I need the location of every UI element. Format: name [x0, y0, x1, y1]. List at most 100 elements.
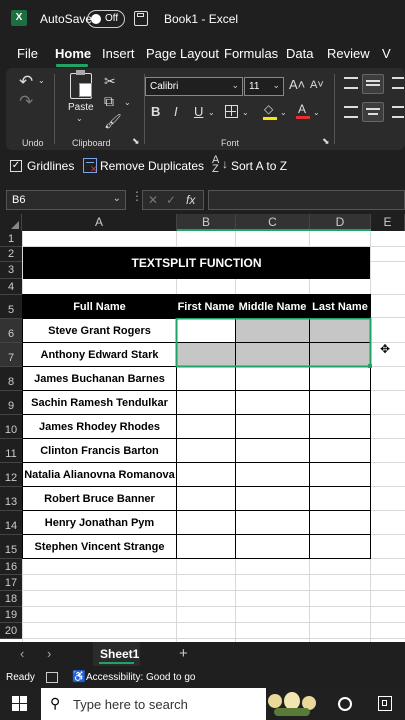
dialog-launcher-icon[interactable]: ⬊ — [322, 136, 330, 147]
cut-icon[interactable]: ✂ — [104, 73, 116, 90]
align-right-icon[interactable] — [392, 106, 404, 118]
row-header[interactable]: 4 — [0, 279, 22, 295]
row-header[interactable]: 20 — [0, 623, 22, 639]
macro-record-icon[interactable] — [46, 672, 58, 683]
bold-button[interactable]: B — [151, 104, 160, 119]
task-view-icon[interactable] — [378, 696, 392, 711]
gridlines-label[interactable]: Gridlines — [27, 159, 74, 173]
header-first-name[interactable]: First Name — [177, 301, 235, 313]
redo-icon[interactable]: ↷ — [19, 92, 33, 112]
insert-function-icon[interactable]: fx — [186, 193, 195, 207]
row-header[interactable]: 11 — [0, 439, 22, 463]
gridlines-checkbox[interactable]: ✓ — [10, 160, 22, 172]
full-name-cell[interactable]: Henry Jonathan Pym — [23, 517, 176, 529]
header-middle-name[interactable]: Middle Name — [236, 301, 309, 313]
sheet-tab-sheet1[interactable]: Sheet1 — [93, 642, 140, 666]
dropdown-chevron-icon[interactable]: ⌄ — [124, 98, 131, 107]
copy-icon[interactable]: ⧉ — [104, 93, 114, 110]
windows-start-icon[interactable] — [12, 696, 28, 712]
column-header[interactable]: A — [22, 214, 177, 231]
align-top-icon[interactable] — [344, 77, 358, 89]
next-sheet-icon[interactable]: › — [47, 646, 51, 661]
header-full-name[interactable]: Full Name — [23, 301, 176, 313]
tab-file[interactable]: File — [17, 46, 38, 61]
row-header[interactable]: 5 — [0, 295, 22, 319]
row-header[interactable]: 6 — [0, 319, 22, 343]
italic-button[interactable]: I — [174, 104, 178, 119]
dropdown-chevron-icon[interactable]: ⌄ — [76, 114, 83, 123]
full-name-cell[interactable]: James Buchanan Barnes — [23, 373, 176, 385]
prev-sheet-icon[interactable]: ‹ — [20, 646, 24, 661]
column-header[interactable]: E — [371, 214, 405, 231]
row-header[interactable]: 17 — [0, 575, 22, 591]
row-header[interactable]: 8 — [0, 367, 22, 391]
fill-color-icon[interactable]: ◇ — [263, 102, 277, 120]
full-name-cell[interactable]: James Rhodey Rhodes — [23, 421, 176, 433]
row-header[interactable]: 2 — [0, 247, 22, 262]
align-center-icon[interactable] — [362, 102, 384, 122]
accessibility-icon[interactable]: ♿ — [72, 670, 86, 683]
full-name-cell[interactable]: Anthony Edward Stark — [23, 349, 176, 361]
header-last-name[interactable]: Last Name — [310, 301, 370, 313]
title-banner[interactable]: TEXTSPLIT FUNCTION — [23, 247, 370, 279]
tab-page-layout[interactable]: Page Layout — [146, 46, 219, 61]
remove-duplicates-label[interactable]: Remove Duplicates — [100, 159, 204, 173]
decrease-font-icon[interactable]: A˅ — [310, 79, 324, 91]
formula-input[interactable] — [208, 190, 405, 210]
cancel-icon[interactable]: ✕ — [148, 193, 158, 207]
select-all-corner[interactable] — [0, 214, 22, 231]
paste-icon[interactable] — [70, 70, 92, 99]
remove-duplicates-icon[interactable]: ✕ — [83, 158, 98, 174]
font-size-select[interactable]: 11 ⌄ — [244, 77, 284, 96]
full-name-cell[interactable]: Clinton Francis Barton — [23, 445, 176, 457]
align-left-icon[interactable] — [344, 106, 358, 118]
taskbar-search-box[interactable]: ⚲ Type here to search — [41, 688, 266, 720]
dropdown-chevron-icon[interactable]: ⌄ — [242, 108, 249, 117]
dropdown-chevron-icon[interactable]: ⌄ — [208, 108, 215, 117]
save-icon[interactable] — [134, 11, 148, 26]
tab-review[interactable]: Review — [327, 46, 370, 61]
search-highlight-icon[interactable] — [262, 690, 322, 718]
autosave-toggle[interactable]: Off — [87, 10, 125, 28]
dropdown-chevron-icon[interactable]: ⌄ — [38, 76, 45, 85]
enter-icon[interactable]: ✓ — [166, 193, 176, 207]
dropdown-chevron-icon[interactable]: ⌄ — [313, 108, 320, 117]
row-header[interactable]: 12 — [0, 463, 22, 487]
row-header[interactable]: 15 — [0, 535, 22, 559]
accessibility-status[interactable]: Accessibility: Good to go — [86, 672, 196, 683]
worksheet-grid[interactable]: A B C D E 1 2 3 4 5 6 7 8 9 10 11 12 13 … — [0, 214, 405, 642]
row-header[interactable]: 16 — [0, 559, 22, 575]
cortana-icon[interactable] — [338, 697, 352, 711]
full-name-cell[interactable]: Robert Bruce Banner — [23, 493, 176, 505]
sort-label[interactable]: Sort A to Z — [231, 159, 287, 173]
full-name-cell[interactable]: Sachin Ramesh Tendulkar — [23, 397, 176, 409]
tab-formulas[interactable]: Formulas — [224, 46, 278, 61]
increase-font-icon[interactable]: A˄ — [289, 77, 305, 92]
add-sheet-button[interactable]: + — [179, 645, 188, 662]
full-name-cell[interactable]: Steve Grant Rogers — [23, 325, 176, 337]
tab-data[interactable]: Data — [286, 46, 313, 61]
align-middle-icon[interactable] — [362, 74, 384, 94]
tab-view[interactable]: V — [382, 46, 391, 61]
row-header[interactable]: 7 — [0, 343, 22, 367]
dialog-launcher-icon[interactable]: ⬊ — [132, 136, 140, 147]
full-name-cell[interactable]: Natalia Alianovna Romanova — [23, 469, 176, 481]
row-header[interactable]: 1 — [0, 231, 22, 247]
paste-label[interactable]: Paste — [68, 102, 94, 113]
row-header[interactable]: 13 — [0, 487, 22, 511]
sort-az-icon[interactable]: AZ — [212, 155, 219, 175]
tab-insert[interactable]: Insert — [102, 46, 135, 61]
borders-icon[interactable] — [225, 105, 238, 118]
tab-home[interactable]: Home — [55, 46, 91, 61]
underline-button[interactable]: U — [194, 104, 203, 119]
row-header[interactable]: 9 — [0, 391, 22, 415]
full-name-cell[interactable]: Stephen Vincent Strange — [23, 541, 176, 553]
row-header[interactable]: 3 — [0, 262, 22, 279]
align-bottom-icon[interactable] — [392, 77, 404, 89]
font-name-select[interactable]: Calibri ⌄ — [145, 77, 243, 96]
format-painter-icon[interactable]: 🖌 — [104, 113, 122, 130]
undo-icon[interactable]: ↶ — [19, 72, 33, 92]
dropdown-chevron-icon[interactable]: ⌄ — [280, 108, 287, 117]
row-header[interactable]: 18 — [0, 591, 22, 607]
font-color-icon[interactable]: A — [296, 102, 310, 119]
